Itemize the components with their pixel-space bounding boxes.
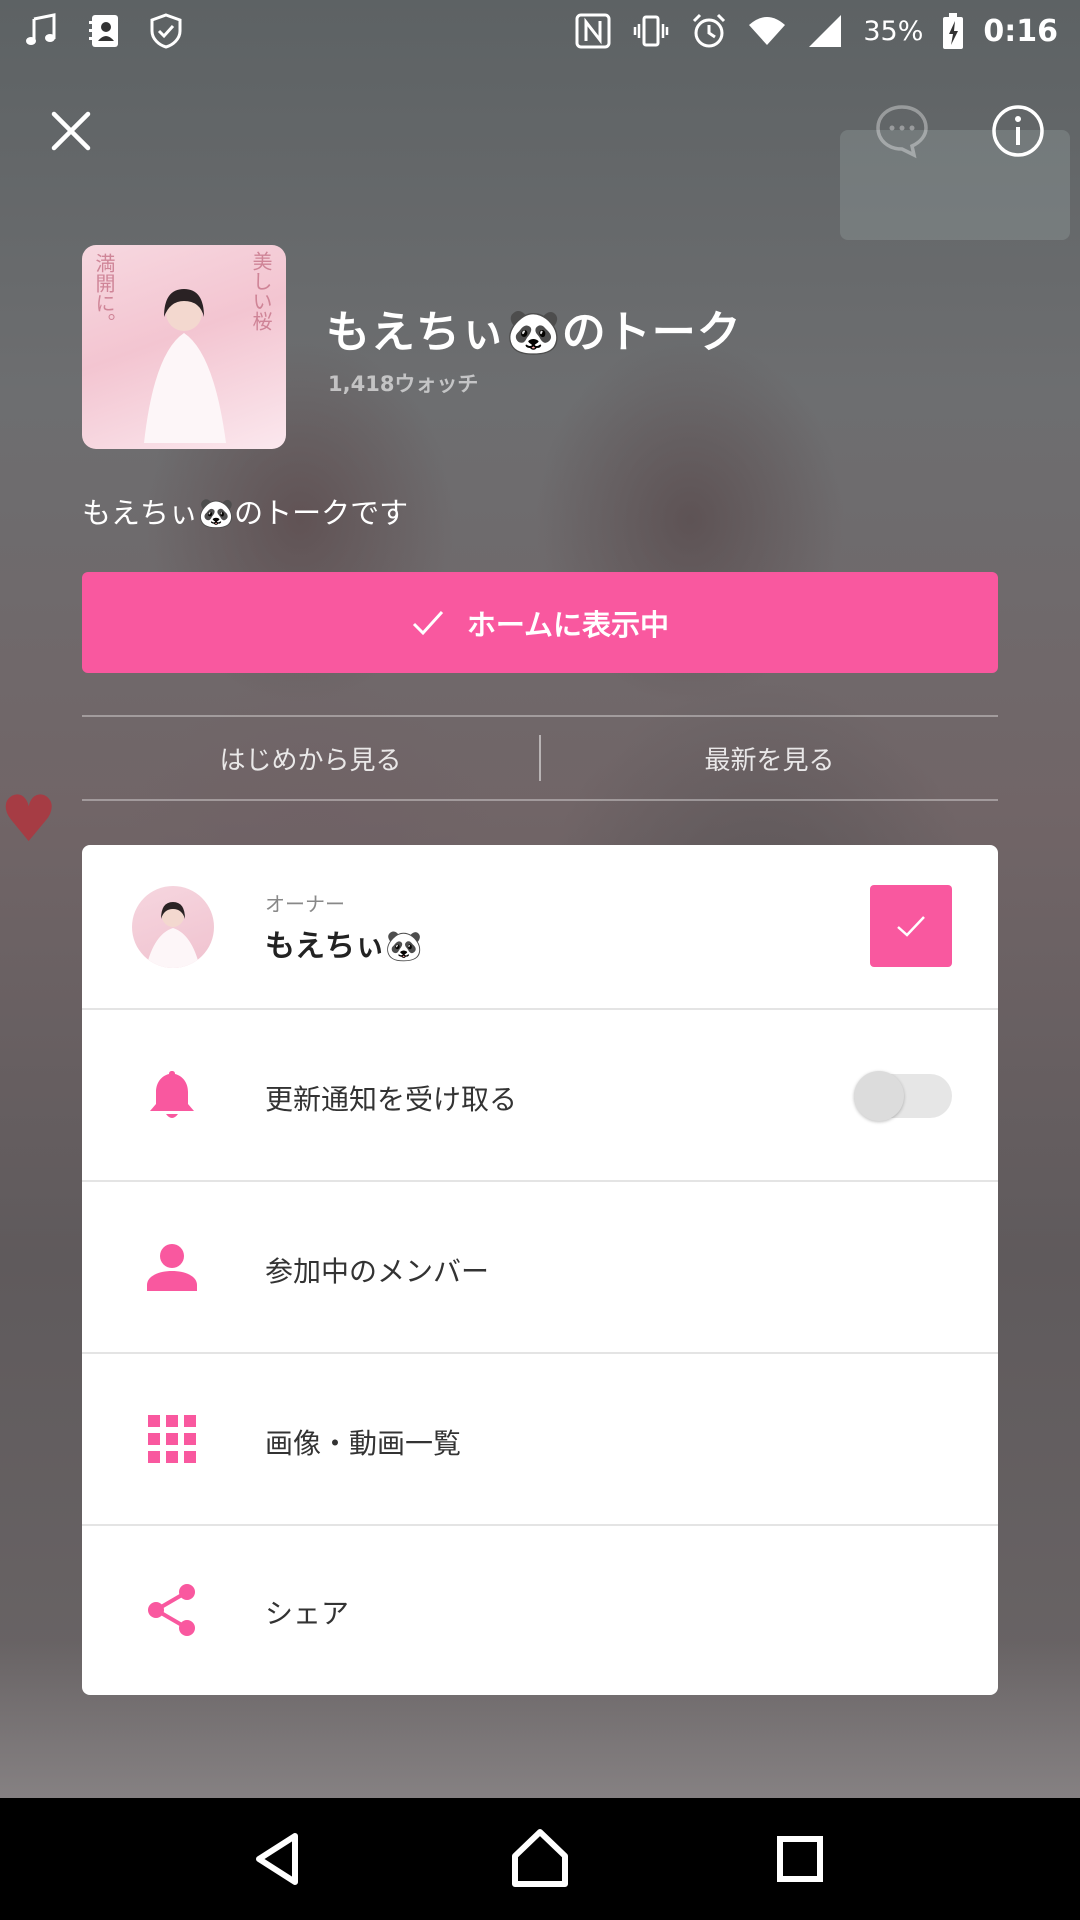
owner-name: もえちぃ🐼 bbox=[265, 929, 423, 964]
shield-icon bbox=[146, 11, 186, 51]
home-button[interactable] bbox=[505, 1824, 575, 1894]
battery-icon bbox=[941, 11, 965, 51]
share-row[interactable]: シェア bbox=[82, 1526, 998, 1695]
view-latest-link[interactable]: 最新を見る bbox=[541, 740, 998, 777]
watch-count: 1,418ウォッチ bbox=[328, 372, 479, 396]
person-icon bbox=[144, 1239, 200, 1295]
chat-button[interactable] bbox=[866, 95, 938, 167]
info-icon bbox=[990, 103, 1046, 159]
recents-square-icon bbox=[765, 1824, 835, 1894]
back-triangle-icon bbox=[245, 1824, 315, 1894]
nfc-icon bbox=[573, 11, 613, 51]
talk-menu-panel: オーナー もえちぃ🐼 更新通知を受け取る 参加中のメンバー 画像・動画一覧 シェ… bbox=[82, 845, 998, 1695]
info-button[interactable] bbox=[982, 95, 1054, 167]
contacts-icon bbox=[84, 11, 124, 51]
notification-toggle[interactable] bbox=[854, 1071, 952, 1121]
owner-row[interactable]: オーナー もえちぃ🐼 bbox=[82, 845, 998, 1010]
grid-icon bbox=[144, 1411, 200, 1467]
wifi-icon bbox=[747, 11, 787, 51]
status-bar: 35% 0:16 bbox=[0, 0, 1080, 62]
talk-cover-image: 美しい桜 満開に。 bbox=[82, 245, 286, 449]
notification-label: 更新通知を受け取る bbox=[265, 1083, 518, 1116]
share-icon bbox=[144, 1582, 200, 1638]
checkmark-icon bbox=[411, 606, 445, 640]
media-list-label: 画像・動画一覧 bbox=[265, 1427, 462, 1460]
owner-follow-checkbox[interactable] bbox=[870, 885, 952, 967]
talk-title: もえちぃ🐼のトーク bbox=[326, 307, 742, 358]
home-icon bbox=[505, 1824, 575, 1894]
bell-icon bbox=[144, 1067, 200, 1123]
show-on-home-button[interactable]: ホームに表示中 bbox=[82, 572, 998, 673]
toggle-knob bbox=[854, 1071, 904, 1121]
view-links: はじめから見る 最新を見る bbox=[82, 715, 998, 801]
navigation-bar bbox=[0, 1798, 1080, 1920]
battery-percent: 35% bbox=[863, 15, 924, 47]
cover-text-2: 満開に。 bbox=[92, 253, 116, 333]
view-from-start-link[interactable]: はじめから見る bbox=[82, 740, 539, 777]
media-list-row[interactable]: 画像・動画一覧 bbox=[82, 1354, 998, 1526]
cover-text-1: 美しい桜 bbox=[249, 251, 273, 331]
heart-decoration: ♥ bbox=[0, 783, 58, 857]
music-icon bbox=[22, 11, 62, 51]
vibrate-icon bbox=[631, 11, 671, 51]
signal-icon bbox=[805, 11, 845, 51]
close-button[interactable] bbox=[35, 95, 107, 167]
owner-label: オーナー bbox=[265, 892, 345, 916]
back-button[interactable] bbox=[245, 1824, 315, 1894]
notification-row[interactable]: 更新通知を受け取る bbox=[82, 1010, 998, 1182]
share-label: シェア bbox=[265, 1597, 350, 1630]
members-row[interactable]: 参加中のメンバー bbox=[82, 1182, 998, 1354]
members-label: 参加中のメンバー bbox=[265, 1255, 490, 1288]
alarm-icon bbox=[689, 11, 729, 51]
talk-description: もえちぃ🐼のトークです bbox=[82, 496, 409, 530]
checkmark-icon bbox=[894, 909, 928, 943]
close-icon bbox=[50, 110, 92, 152]
clock: 0:16 bbox=[983, 13, 1058, 49]
show-on-home-label: ホームに表示中 bbox=[466, 607, 670, 642]
owner-avatar bbox=[132, 886, 214, 968]
cover-figure bbox=[144, 289, 226, 443]
recents-button[interactable] bbox=[765, 1824, 835, 1894]
chat-bubble-icon bbox=[874, 103, 930, 159]
